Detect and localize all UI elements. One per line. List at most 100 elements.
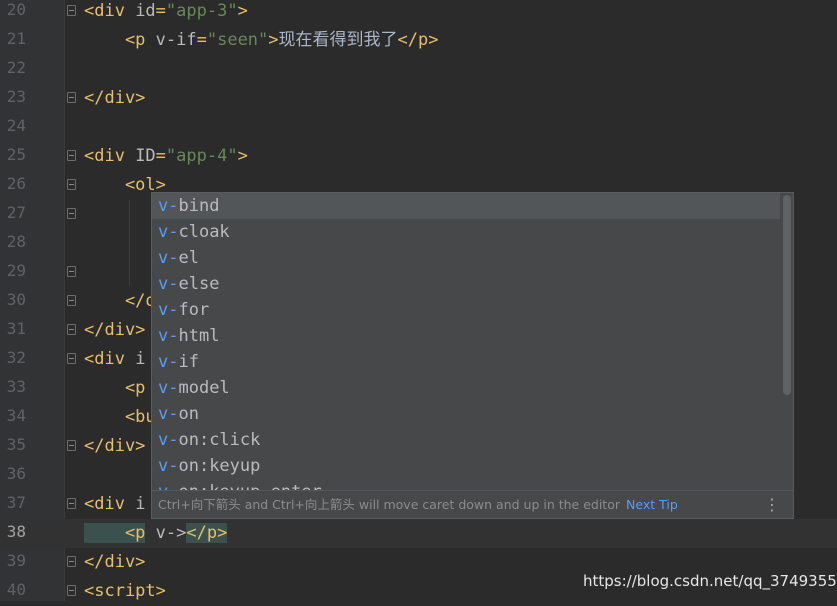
- code-token: >: [237, 146, 248, 166]
- line-number: 20: [6, 0, 26, 19]
- fold-toggle-icon[interactable]: [67, 5, 76, 16]
- fold-toggle-icon[interactable]: [67, 440, 76, 451]
- code-text: <script>: [84, 580, 166, 602]
- completion-item[interactable]: v-on: [152, 401, 780, 427]
- code-token: >: [268, 30, 279, 50]
- code-line[interactable]: 22: [0, 55, 837, 84]
- code-token: <div: [84, 146, 136, 166]
- code-text: <div i: [84, 493, 145, 515]
- code-token: <div: [84, 1, 136, 21]
- fold-toggle-icon[interactable]: [67, 585, 76, 596]
- completion-item[interactable]: v-bind: [152, 193, 780, 219]
- code-line[interactable]: 24: [0, 113, 837, 142]
- line-number: 28: [6, 232, 26, 251]
- code-token: <div: [84, 349, 136, 369]
- indent-guide: [129, 200, 130, 286]
- fold-toggle-icon[interactable]: [67, 324, 76, 335]
- watermark: https://blog.csdn.net/qq_37493556: [583, 572, 837, 590]
- code-text: </div>: [84, 87, 145, 109]
- completion-match-prefix: v-: [158, 378, 179, 398]
- code-line[interactable]: 23 </div>: [0, 84, 837, 113]
- fold-toggle-icon[interactable]: [67, 498, 76, 509]
- line-number: 33: [6, 377, 26, 396]
- completion-item-label: on:keyup: [178, 456, 261, 476]
- completion-item[interactable]: v-el: [152, 245, 780, 271]
- code-token: "seen": [206, 30, 269, 50]
- code-line[interactable]: 25 <div ID="app-4">: [0, 142, 837, 171]
- code-text: <bu: [84, 406, 156, 428]
- completion-item[interactable]: v-for: [152, 297, 780, 323]
- code-text: </div>: [84, 551, 145, 573]
- line-number: 22: [6, 58, 26, 77]
- code-token: i: [135, 349, 146, 369]
- line-number: 38: [6, 522, 26, 541]
- vertical-dots-icon[interactable]: ⋮: [764, 491, 780, 518]
- code-text: </o: [84, 290, 156, 312]
- completion-item-label: on: [178, 404, 199, 424]
- line-number: 26: [6, 174, 26, 193]
- code-text: </div>: [84, 435, 145, 457]
- code-token: <p: [84, 378, 146, 398]
- code-line[interactable]: 21 <p v-if="seen">现在看得到我了</p>: [0, 26, 837, 55]
- code-token: </div>: [84, 88, 146, 108]
- code-token: "app-4": [165, 146, 238, 166]
- line-number: 35: [6, 435, 26, 454]
- code-token: id: [135, 1, 156, 21]
- code-line[interactable]: 38 <p v-></p>: [0, 519, 837, 548]
- completion-item-label: if: [178, 352, 199, 372]
- line-number: 37: [6, 493, 26, 512]
- completion-item-label: bind: [178, 196, 220, 216]
- completion-match-prefix: v-: [158, 404, 179, 424]
- code-token: <bu: [84, 407, 156, 427]
- code-text: <div id="app-3">: [84, 0, 248, 22]
- autocomplete-popup: v-bind v-cloak v-el v-else v-for v-html v-if v-…: [151, 192, 794, 519]
- line-number: 27: [6, 203, 26, 222]
- completion-match-prefix: v-: [158, 456, 179, 476]
- code-text: <p v-if="seen">现在看得到我了</p>: [84, 29, 439, 51]
- completion-item-label: else: [178, 274, 220, 294]
- completion-match-prefix: v-: [158, 274, 179, 294]
- fold-toggle-icon[interactable]: [67, 208, 76, 219]
- completion-item[interactable]: v-model: [152, 375, 780, 401]
- completion-match-prefix: v-: [158, 222, 179, 242]
- code-token: </div>: [84, 320, 146, 340]
- fold-toggle-icon[interactable]: [67, 150, 76, 161]
- fold-toggle-icon[interactable]: [67, 92, 76, 103]
- code-token: <script>: [84, 581, 166, 601]
- line-number: 32: [6, 348, 26, 367]
- code-text: <div ID="app-4">: [84, 145, 248, 167]
- completion-scrollbar[interactable]: [783, 195, 791, 395]
- code-token: i: [135, 494, 146, 514]
- fold-toggle-icon[interactable]: [67, 179, 76, 190]
- completion-item[interactable]: v-html: [152, 323, 780, 349]
- completion-item[interactable]: v-else: [152, 271, 780, 297]
- line-number: 34: [6, 406, 26, 425]
- completion-match-prefix: v-: [158, 300, 179, 320]
- next-tip-link[interactable]: Next Tip: [626, 497, 678, 512]
- code-token: >: [237, 1, 248, 21]
- code-text: <p: [84, 377, 145, 399]
- code-token: </p>: [397, 30, 439, 50]
- completion-footer: Ctrl+向下箭头 and Ctrl+向上箭头 will move caret …: [152, 490, 793, 518]
- code-token: v-if: [155, 30, 197, 50]
- completion-item[interactable]: v-cloak: [152, 219, 780, 245]
- fold-toggle-icon[interactable]: [67, 295, 76, 306]
- code-token: </div>: [84, 436, 146, 456]
- fold-toggle-icon[interactable]: [67, 353, 76, 364]
- completion-item[interactable]: v-on:click: [152, 427, 780, 453]
- line-number: 36: [6, 464, 26, 483]
- footer-hint: Ctrl+向下箭头 and Ctrl+向上箭头 will move caret …: [158, 497, 620, 512]
- code-text: <div i: [84, 348, 145, 370]
- code-token: <p: [84, 523, 146, 543]
- code-line[interactable]: 20 <div id="app-3">: [0, 0, 837, 26]
- fold-toggle-icon[interactable]: [67, 266, 76, 277]
- code-token: =: [196, 30, 207, 50]
- code-token: =: [155, 146, 166, 166]
- fold-toggle-icon[interactable]: [67, 556, 76, 567]
- code-token: =: [155, 1, 166, 21]
- completion-item[interactable]: v-if: [152, 349, 780, 375]
- line-number: 23: [6, 87, 26, 106]
- code-text: <p v-></p>: [84, 522, 228, 544]
- completion-item[interactable]: v-on:keyup: [152, 453, 780, 479]
- line-number: 24: [6, 116, 26, 135]
